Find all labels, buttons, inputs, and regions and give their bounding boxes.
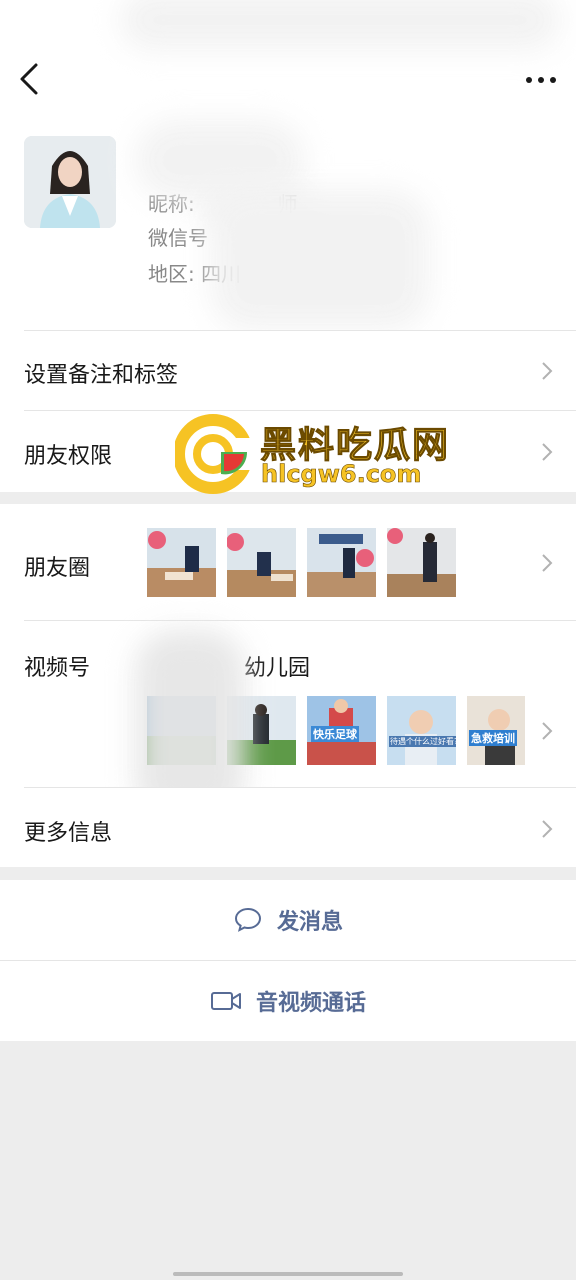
moments-row[interactable]: 朋友圈 [0,504,576,620]
thumbnail-caption: 急救培训 [469,730,517,746]
moments-thumbnail [387,528,456,597]
chevron-right-icon [542,722,553,740]
chat-bubble-icon [234,907,261,932]
channels-thumbnail: 急救培训 [467,696,525,765]
chevron-left-icon[interactable] [16,62,42,96]
region-label: 地区: [148,262,195,286]
channels-thumbnail: 待遇个什么过好看? [387,696,456,765]
thumbnail-caption: 快乐足球 [311,726,359,742]
blur-mask [120,0,560,50]
watermark: 黑料吃瓜网 hlcgw6.com [175,410,475,500]
more-info-label: 更多信息 [24,821,113,846]
profile-header: 昵称: 师 微信号 地区: 四川 [0,120,576,330]
channels-label: 视频号 [24,656,91,681]
video-camera-icon [210,992,241,1010]
moments-label: 朋友圈 [24,556,91,581]
avatar[interactable] [24,136,116,228]
divider [24,787,576,788]
more-dots-icon[interactable] [524,70,558,90]
moments-thumbnail [147,528,216,597]
wechat-id-line: 微信号 [148,222,208,251]
video-call-button[interactable]: 音视频通话 [0,961,576,1041]
channels-account-name: 幼儿园 [244,656,311,681]
friend-permissions-label: 朋友权限 [24,444,113,469]
moments-thumbnail [227,528,296,597]
send-message-button[interactable]: 发消息 [0,880,576,960]
blur-mask [210,190,430,330]
divider [24,330,576,331]
top-bar [0,0,576,130]
divider [24,620,576,621]
wechat-id-label: 微信号 [148,226,208,250]
moments-thumbnail [307,528,376,597]
channels-row[interactable]: 视频号 幼儿园 快乐足球 待遇个什么过好看? 急救培训 [0,620,576,820]
video-call-label: 音视频通话 [255,991,366,1016]
home-indicator [173,1272,403,1276]
thumbnail-caption: 待遇个什么过好看? [389,736,456,747]
remarks-tags-label: 设置备注和标签 [24,363,179,388]
watermark-url: hlcgw6.com [261,460,422,489]
chevron-right-icon [542,820,553,838]
chevron-right-icon [542,554,553,572]
more-info-row[interactable]: 更多信息 [0,787,576,867]
watermark-logo-icon [175,414,255,494]
chevron-right-icon [542,362,553,380]
channels-thumbnail: 快乐足球 [307,696,376,765]
send-message-label: 发消息 [276,910,343,935]
chevron-right-icon [542,443,553,461]
remarks-tags-row[interactable]: 设置备注和标签 [0,330,576,410]
